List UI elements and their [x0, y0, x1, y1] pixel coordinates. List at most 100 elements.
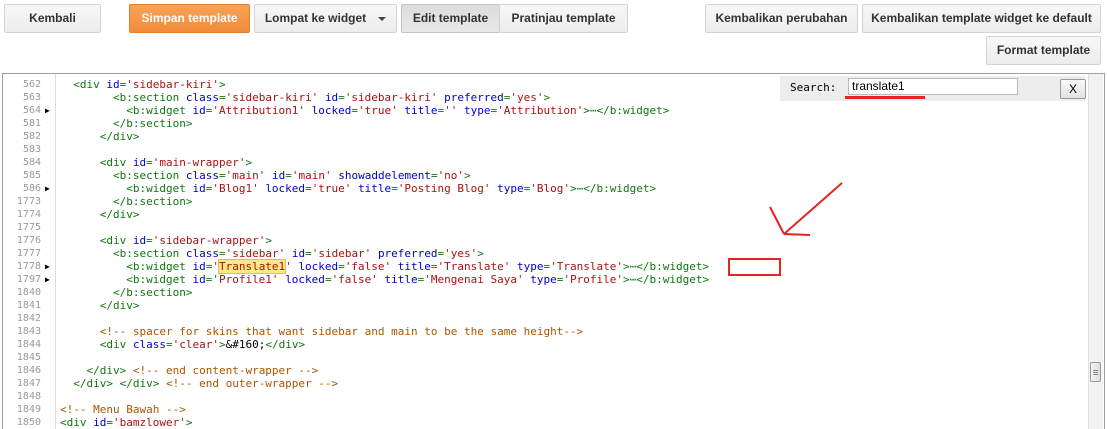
- code-line[interactable]: 564 ▶ <b:widget id='Attribution1' locked=…: [3, 104, 1088, 117]
- revert-changes-button[interactable]: Kembalikan perubahan: [705, 4, 858, 33]
- code-text: <b:widget id='Profile1' locked='false' t…: [60, 273, 709, 286]
- code-line[interactable]: 581 </b:section>: [3, 117, 1088, 130]
- code-token: >⋯</b:widget>: [623, 273, 710, 286]
- code-token: <b:section: [60, 91, 186, 104]
- line-number: 1847: [16, 378, 41, 389]
- code-token: id: [192, 260, 206, 273]
- scrollbar-thumb[interactable]: [1090, 362, 1101, 382]
- code-line[interactable]: 1846 </div> <!-- end content-wrapper -->: [3, 364, 1088, 377]
- line-number: 1797: [16, 274, 41, 285]
- code-token: showaddelement: [338, 169, 431, 182]
- code-line[interactable]: 1840 </b:section>: [3, 286, 1088, 299]
- line-number: 563: [22, 92, 41, 103]
- code-token: =: [305, 182, 312, 195]
- code-token: </div>: [60, 364, 133, 377]
- line-number: 1842: [16, 313, 41, 324]
- code-line[interactable]: 1850 <div id='bamzlower'>: [3, 416, 1088, 429]
- code-text: <div id='bamzlower'>: [60, 416, 192, 429]
- code-token: =: [218, 91, 226, 104]
- code-token: </b:section>: [60, 195, 193, 208]
- annotation-box: [728, 258, 781, 276]
- search-input[interactable]: translate1: [848, 78, 1018, 95]
- code-token: 'clear': [172, 338, 219, 351]
- save-template-button[interactable]: Simpan template: [129, 4, 250, 33]
- search-match-highlight: Translate1: [217, 259, 287, 274]
- code-line[interactable]: 584 <div id='main-wrapper'>: [3, 156, 1088, 169]
- code-token: </div> </div>: [60, 377, 166, 390]
- code-line[interactable]: 1776 <div id='sidebar-wrapper'>: [3, 234, 1088, 247]
- code-line[interactable]: 1778 ▶ <b:widget id='Translate1' locked='…: [3, 259, 1088, 274]
- preview-template-button[interactable]: Pratinjau template: [499, 4, 628, 33]
- code-token: </div>: [265, 338, 306, 351]
- code-token: 'sidebar-kiri': [344, 91, 438, 104]
- code-token: =: [338, 91, 345, 104]
- code-token: </b:section>: [60, 117, 193, 130]
- code-line[interactable]: 1844 <div class='clear'>&#160;</div>: [3, 338, 1088, 351]
- fold-marker-icon[interactable]: ▶: [45, 104, 50, 117]
- code-token: id: [132, 156, 147, 169]
- editor-scrollbar[interactable]: [1088, 74, 1103, 429]
- code-line[interactable]: 1842: [3, 312, 1088, 325]
- code-line[interactable]: 1797 ▶ <b:widget id='Profile1' locked='fa…: [3, 273, 1088, 286]
- code-text: <div id='main-wrapper'>: [60, 156, 252, 169]
- search-close-button[interactable]: X: [1060, 79, 1086, 99]
- jump-to-widget-dropdown[interactable]: Lompat ke widget: [254, 4, 397, 33]
- line-number: 1776: [16, 235, 41, 246]
- code-token: id: [192, 104, 206, 117]
- code-line[interactable]: 1845: [3, 351, 1088, 364]
- fold-marker-icon[interactable]: ▶: [45, 273, 50, 286]
- code-line[interactable]: 1847 </div> </div> <!-- end outer-wrappe…: [3, 377, 1088, 390]
- code-text: <b:section class='sidebar-kiri' id='side…: [60, 91, 550, 104]
- revert-widget-templates-button[interactable]: Kembalikan template widget ke default: [862, 4, 1101, 33]
- code-token: title: [404, 104, 438, 117]
- fold-marker-icon[interactable]: ▶: [45, 182, 50, 195]
- code-line[interactable]: 583: [3, 143, 1088, 156]
- code-line[interactable]: 585 <b:section class='main' id='main' sh…: [3, 169, 1088, 182]
- code-token: 'sidebar-kiri': [225, 91, 319, 104]
- code-token: <div: [60, 338, 133, 351]
- line-number: 1845: [16, 352, 41, 363]
- code-token: id: [132, 234, 147, 247]
- code-token: 'Attribution1': [212, 104, 306, 117]
- line-number: 586: [22, 183, 41, 194]
- fold-marker-icon[interactable]: ▶: [45, 260, 50, 273]
- code-token: type: [497, 182, 524, 195]
- back-button[interactable]: Kembali: [4, 4, 101, 33]
- code-token: type: [517, 260, 544, 273]
- code-line[interactable]: 1773 </b:section>: [3, 195, 1088, 208]
- code-token: >: [218, 78, 226, 91]
- line-number: 1775: [16, 222, 41, 233]
- code-line[interactable]: 1843 <!-- spacer for skins that want sid…: [3, 325, 1088, 338]
- code-line[interactable]: 1848: [3, 390, 1088, 403]
- code-token: <b:widget: [60, 273, 193, 286]
- code-line[interactable]: 1849 <!-- Menu Bawah -->: [3, 403, 1088, 416]
- code-token: 'Blog1': [212, 182, 259, 195]
- code-token: <!-- end outer-wrapper -->: [165, 377, 339, 390]
- code-line[interactable]: 1841 </div>: [3, 299, 1088, 312]
- edit-template-button[interactable]: Edit template: [401, 4, 500, 33]
- code-token: >: [477, 247, 484, 260]
- code-line[interactable]: 586 ▶ <b:widget id='Blog1' locked='true' …: [3, 182, 1088, 195]
- code-line[interactable]: 1774 </div>: [3, 208, 1088, 221]
- code-token: 'sidebar': [225, 247, 286, 260]
- format-template-button[interactable]: Format template: [986, 36, 1101, 65]
- code-token: >: [464, 169, 471, 182]
- code-token: =: [165, 338, 173, 351]
- code-token: 'Profile': [563, 273, 623, 286]
- code-lines[interactable]: 562 <div id='sidebar-kiri'> 563 <b:sectio…: [3, 74, 1088, 429]
- search-label: Search:: [790, 81, 837, 94]
- line-number: 562: [22, 79, 41, 90]
- code-editor[interactable]: 562 <div id='sidebar-kiri'> 563 <b:sectio…: [2, 73, 1105, 429]
- code-line[interactable]: 582 </div>: [3, 130, 1088, 143]
- line-number: 1841: [16, 300, 41, 311]
- code-token: id: [93, 416, 107, 429]
- code-token: 'sidebar-kiri': [126, 78, 219, 91]
- code-token: =: [285, 169, 292, 182]
- code-line[interactable]: 1777 <b:section class='sidebar' id='side…: [3, 247, 1088, 260]
- code-token: >: [185, 416, 193, 429]
- code-line[interactable]: 1775: [3, 221, 1088, 234]
- code-token: =: [391, 182, 398, 195]
- code-token: 'main': [291, 169, 332, 182]
